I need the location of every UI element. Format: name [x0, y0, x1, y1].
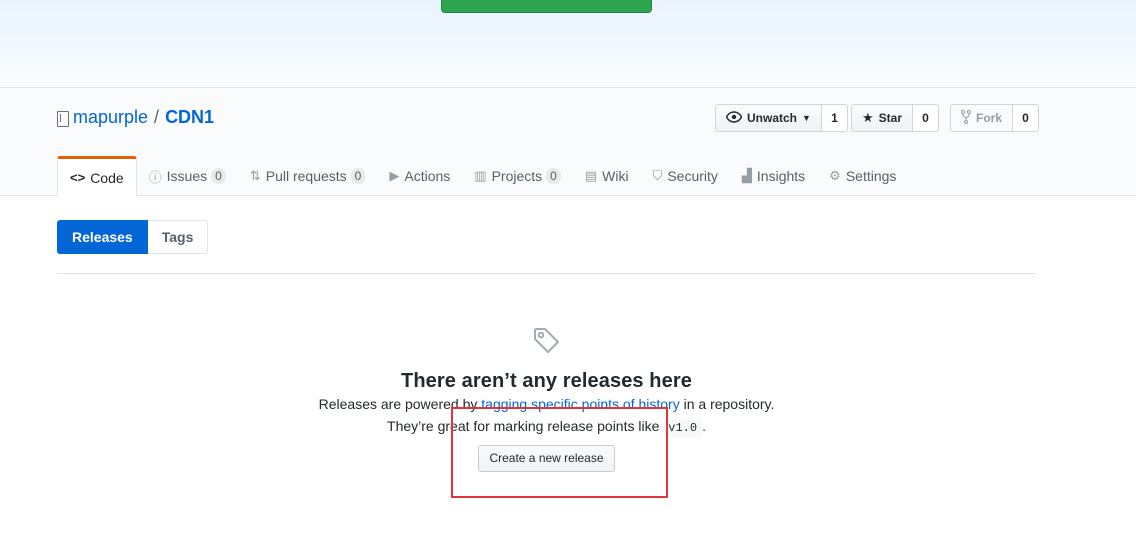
fork-group: Fork 0 [950, 104, 1040, 132]
repo-title: mapurple / CDN1 [57, 107, 214, 128]
tab-settings[interactable]: ⚙ Settings [817, 156, 908, 196]
tag-icon [533, 328, 559, 353]
tab-security-label: Security [667, 168, 718, 184]
issues-counter: 0 [211, 168, 226, 184]
tab-wiki-label: Wiki [602, 168, 629, 184]
fork-count[interactable]: 0 [1013, 104, 1040, 132]
line1-post: in a repository. [679, 396, 775, 412]
tab-issues-label: Issues [166, 168, 208, 184]
banner-button[interactable] [441, 0, 652, 13]
version-code: v1.0 [663, 419, 703, 437]
tab-projects[interactable]: ▥ Projects 0 [462, 156, 573, 196]
tab-projects-label: Projects [491, 168, 543, 184]
pull-requests-counter: 0 [350, 168, 366, 184]
pull-request-icon: ⇅ [249, 168, 261, 183]
star-group: ★ Star 0 [851, 104, 939, 132]
gear-icon: ⚙ [829, 168, 841, 183]
eye-icon [725, 110, 743, 126]
star-count[interactable]: 0 [913, 104, 939, 132]
releases-tab[interactable]: Releases [57, 220, 148, 254]
star-label: Star [878, 111, 902, 125]
tab-code[interactable]: <> Code [57, 156, 137, 197]
repo-icon [57, 110, 69, 127]
star-button[interactable]: ★ Star [851, 104, 913, 132]
top-banner [0, 0, 1136, 88]
divider [57, 273, 1036, 274]
issue-icon: ⓘ [148, 169, 162, 185]
releases-subnav: Releases Tags [57, 220, 209, 254]
shield-icon: ⛉ [652, 168, 663, 183]
play-icon: ▶ [389, 168, 400, 183]
tab-code-label: Code [90, 169, 124, 186]
tab-actions[interactable]: ▶ Actions [377, 156, 462, 196]
projects-counter: 0 [546, 168, 561, 184]
tab-settings-label: Settings [845, 168, 897, 184]
repo-nav: <> Code ⓘ Issues 0 ⇅ Pull requests 0 ▶ A… [57, 156, 908, 197]
tags-tab[interactable]: Tags [147, 220, 209, 254]
watch-group: Unwatch ▼ 1 [715, 104, 848, 132]
fork-button[interactable]: Fork [950, 104, 1014, 132]
project-icon: ▥ [474, 168, 487, 183]
repo-owner-link[interactable]: mapurple [73, 107, 148, 128]
tab-insights[interactable]: ▟ Insights [730, 156, 817, 196]
tab-pull-requests[interactable]: ⇅ Pull requests 0 [238, 156, 378, 196]
tab-issues[interactable]: ⓘ Issues 0 [137, 156, 238, 196]
repo-name-link[interactable]: CDN1 [165, 107, 214, 128]
graph-icon: ▟ [741, 168, 752, 183]
fork-label: Fork [976, 111, 1003, 125]
highlight-box [451, 407, 668, 498]
tab-insights-label: Insights [756, 168, 806, 184]
fork-icon [961, 109, 971, 127]
tab-wiki[interactable]: ▤ Wiki [573, 156, 641, 196]
caret-down-icon: ▼ [802, 113, 811, 123]
star-icon: ★ [862, 110, 874, 125]
tab-actions-label: Actions [404, 168, 451, 184]
repo-separator: / [154, 107, 160, 127]
book-icon: ▤ [584, 168, 598, 183]
tab-security[interactable]: ⛉ Security [641, 156, 730, 196]
watch-count[interactable]: 1 [821, 104, 848, 132]
unwatch-label: Unwatch [747, 111, 798, 125]
code-icon: <> [70, 170, 86, 185]
blankslate-title: There aren’t any releases here [401, 370, 692, 392]
tab-pull-requests-label: Pull requests [265, 168, 347, 184]
unwatch-button[interactable]: Unwatch ▼ [715, 104, 822, 132]
line2-post: . [702, 418, 706, 434]
